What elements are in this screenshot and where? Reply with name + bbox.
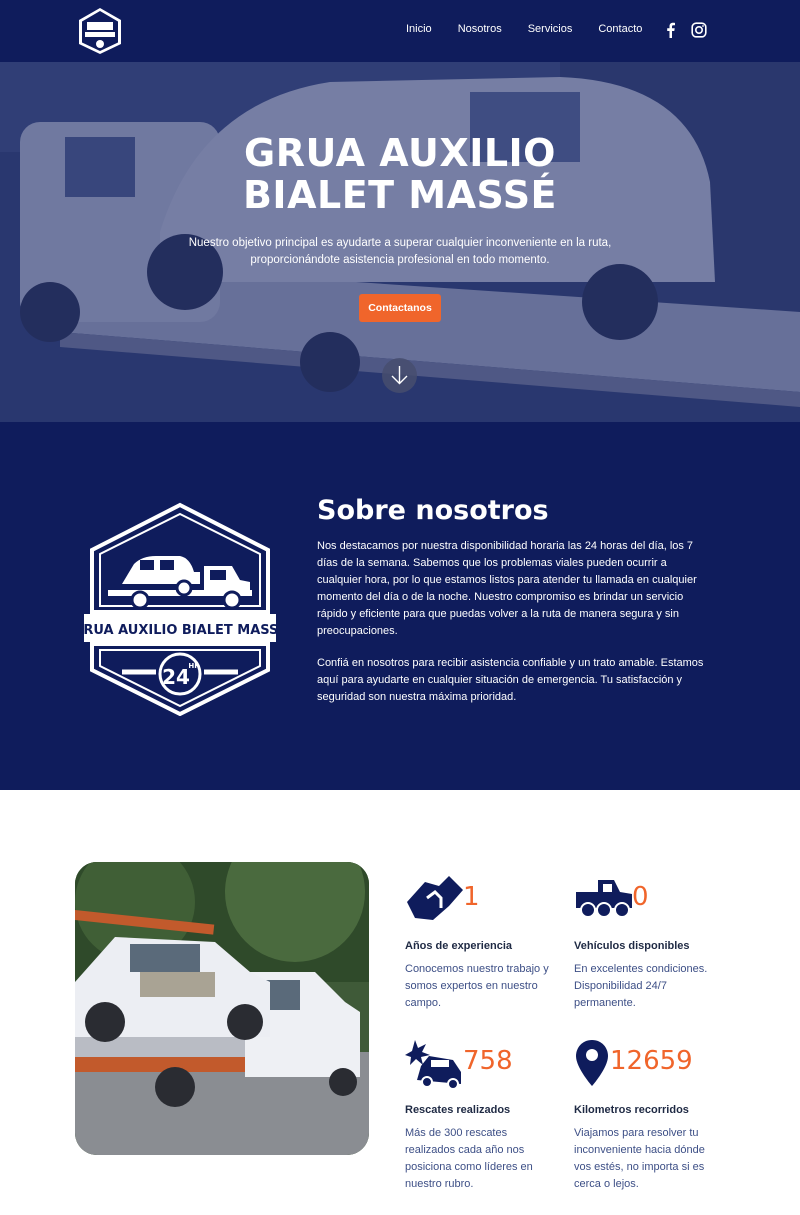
logo-badge-text: 24 [162, 665, 190, 689]
tow-truck-photo [75, 862, 369, 1155]
arrow-down-icon [391, 366, 408, 385]
nav-link-nosotros[interactable]: Nosotros [458, 23, 502, 35]
nav-link-servicios[interactable]: Servicios [528, 23, 573, 35]
contact-button[interactable]: Contactanos [359, 294, 441, 322]
car-crash-icon [405, 1040, 461, 1088]
hero-section: GRUA AUXILIO BIALET MASSÉ Nuestro objeti… [0, 62, 800, 422]
stat-number: 12659 [610, 1046, 693, 1076]
logo-badge-sup: HR [188, 662, 200, 670]
stat-description: En excelentes condiciones. Disponibilida… [574, 963, 708, 1009]
hero-subtitle: Nuestro objetivo principal es ayudarte a… [188, 237, 612, 266]
facebook-icon[interactable] [663, 22, 679, 38]
hero-title-line1: GRUA AUXILIO [244, 131, 556, 175]
stat-title: Rescates realizados [405, 1104, 511, 1116]
stat-number: 0 [632, 882, 649, 912]
nav-menu: Inicio Nosotros Servicios Contacto [406, 23, 668, 35]
logo-icon[interactable] [76, 6, 124, 56]
about-section: GRUA AUXILIO BIALET MASSE 24 HR Sobre no… [0, 422, 800, 790]
nav-link-inicio[interactable]: Inicio [406, 23, 432, 35]
about-title: Sobre nosotros [317, 495, 549, 526]
stat-number: 1 [463, 882, 480, 912]
stat-description: Más de 300 rescates realizados cada año … [405, 1127, 533, 1190]
logo-banner-text: GRUA AUXILIO BIALET MASSE [82, 623, 278, 638]
about-paragraph-2: Confiá en nosotros para recibir asistenc… [317, 657, 704, 703]
top-navbar: Inicio Nosotros Servicios Contacto [0, 0, 800, 62]
nav-link-contacto[interactable]: Contacto [598, 23, 642, 35]
stats-section: 1 Años de experiencia Conocemos nuestro … [0, 790, 800, 1215]
about-paragraph-1: Nos destacamos por nuestra disponibilida… [317, 540, 697, 637]
hero-title: GRUA AUXILIO BIALET MASSÉ [0, 132, 800, 216]
stat-title: Kilometros recorridos [574, 1104, 689, 1116]
instagram-icon[interactable] [691, 22, 707, 38]
truck-icon [576, 880, 632, 918]
stat-title: Años de experiencia [405, 940, 512, 952]
stat-description: Viajamos para resolver tu inconveniente … [574, 1127, 705, 1190]
stat-title: Vehículos disponibles [574, 940, 690, 952]
stat-description: Conocemos nuestro trabajo y somos expert… [405, 963, 549, 1009]
hero-title-line2: BIALET MASSÉ [242, 173, 558, 217]
scroll-down-button[interactable] [382, 358, 417, 393]
company-logo-icon: GRUA AUXILIO BIALET MASSE 24 HR [82, 502, 278, 716]
stat-number: 758 [463, 1046, 513, 1076]
handshake-icon [407, 876, 463, 920]
social-links [663, 22, 707, 38]
